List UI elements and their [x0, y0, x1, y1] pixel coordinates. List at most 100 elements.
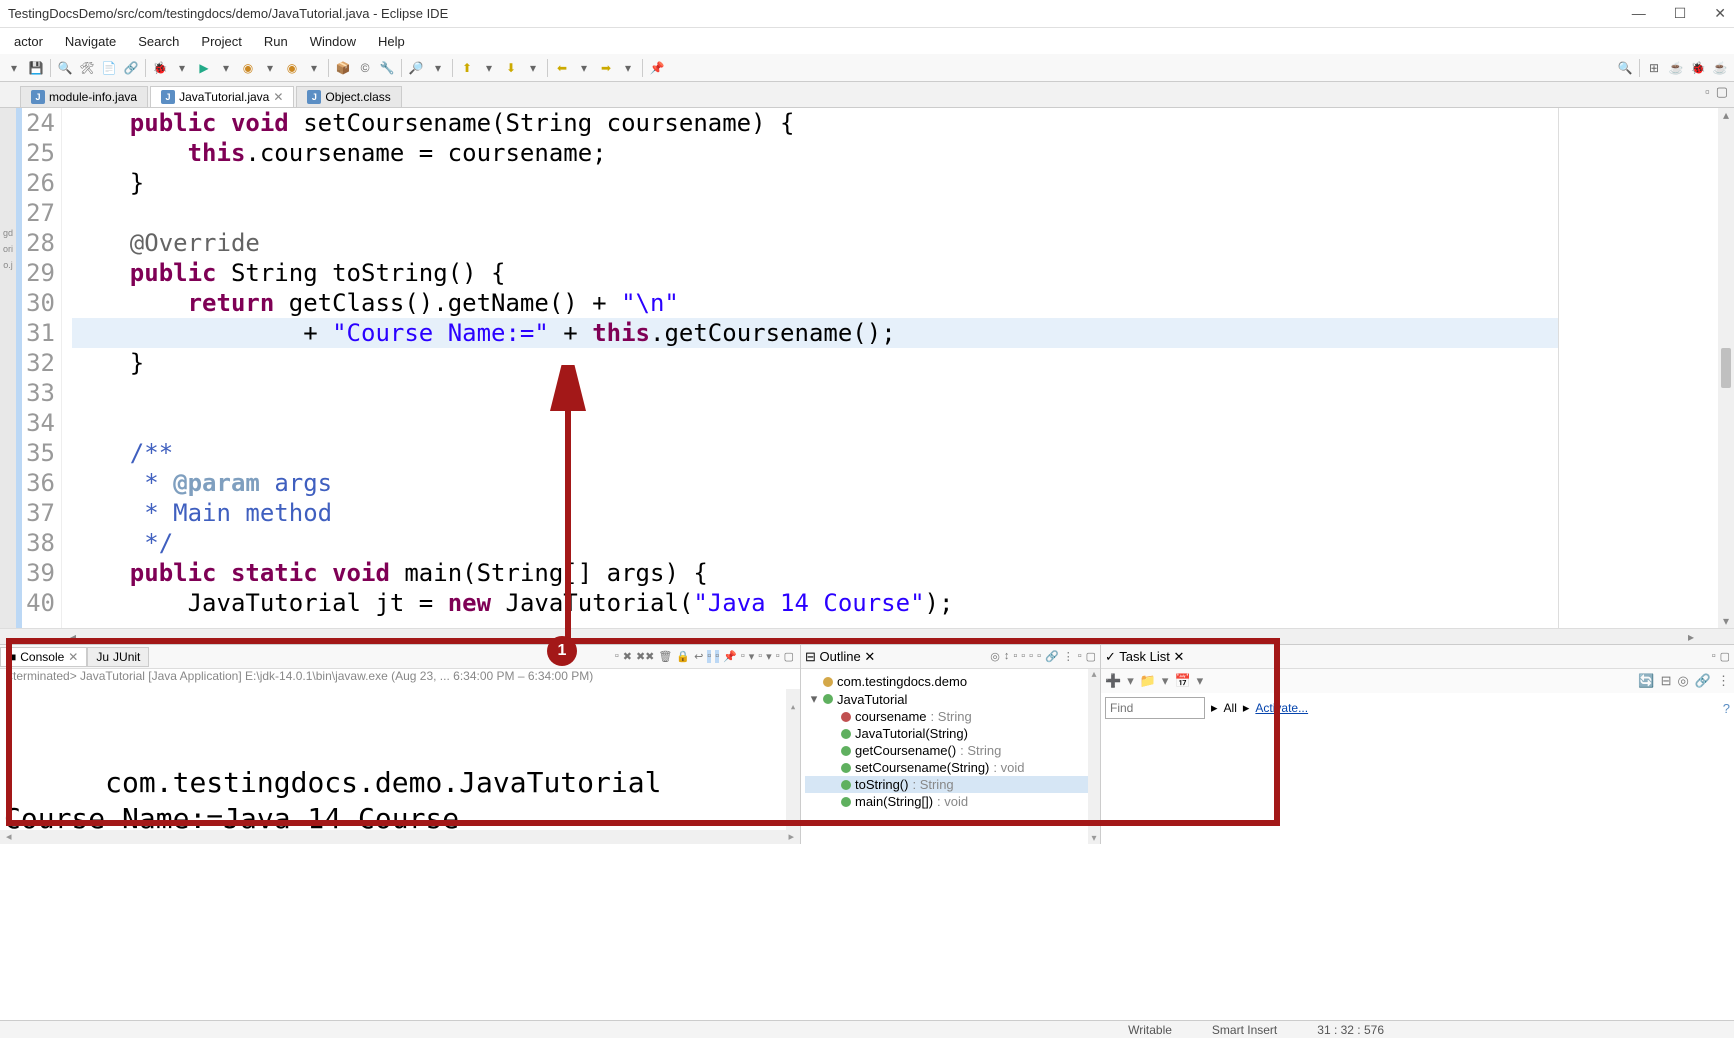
- editor-tab[interactable]: JObject.class: [296, 86, 401, 107]
- editor-tab[interactable]: Jmodule-info.java: [20, 86, 148, 107]
- debug-perspective-icon[interactable]: 🐞: [1690, 60, 1706, 76]
- java-perspective-icon[interactable]: ☕: [1668, 60, 1684, 76]
- minimize-view-icon[interactable]: ▫: [1705, 84, 1710, 100]
- outline-item[interactable]: main(String[]) : void: [805, 793, 1096, 810]
- link-outline-icon[interactable]: 🔗: [1045, 650, 1059, 663]
- outline-vscroll[interactable]: ▴▾: [1088, 669, 1100, 844]
- focus-task-icon[interactable]: ◎: [1677, 673, 1688, 689]
- clear-console-icon[interactable]: 🗑: [658, 650, 672, 663]
- sync-icon[interactable]: 🔄: [1638, 673, 1654, 689]
- new-pkg-icon[interactable]: 📦: [335, 60, 351, 76]
- view-menu-icon[interactable]: ⋮: [1063, 650, 1074, 663]
- menu-run[interactable]: Run: [256, 32, 296, 51]
- menu-window[interactable]: Window: [302, 32, 364, 51]
- link-task-icon[interactable]: 🔗: [1695, 673, 1711, 689]
- menu-actor[interactable]: actor: [6, 32, 51, 51]
- task-filter-all[interactable]: All: [1224, 701, 1237, 715]
- remove-all-icon[interactable]: ✖✖: [636, 650, 654, 663]
- hide-local-icon[interactable]: ▫: [1037, 650, 1041, 663]
- close-tab-icon[interactable]: ✕: [273, 90, 283, 104]
- editor-horizontal-scrollbar[interactable]: ◂▸: [0, 628, 1734, 644]
- task-activate-link[interactable]: Activate...: [1255, 701, 1308, 715]
- maximize-view-icon[interactable]: ▢: [1716, 84, 1728, 100]
- menu-navigate[interactable]: Navigate: [57, 32, 124, 51]
- display-select-icon[interactable]: ▫: [741, 650, 745, 663]
- close-tab-icon[interactable]: ✕: [1174, 649, 1185, 664]
- debug-icon[interactable]: 🐞: [152, 60, 168, 76]
- outline-item[interactable]: ▾ JavaTutorial: [805, 690, 1096, 708]
- dd6[interactable]: ▾: [481, 60, 497, 76]
- min-task-icon[interactable]: ▫: [1712, 650, 1716, 663]
- save-icon[interactable]: 💾: [28, 60, 44, 76]
- dd8[interactable]: ▾: [576, 60, 592, 76]
- perspective-icon[interactable]: ⊞: [1646, 60, 1662, 76]
- hide-fields-icon[interactable]: ▫: [1013, 650, 1017, 663]
- link-icon[interactable]: 🔗: [123, 60, 139, 76]
- console-hscroll[interactable]: ◂▸: [0, 830, 800, 844]
- console-tab[interactable]: ■Console ✕: [0, 647, 87, 667]
- pin-console-icon[interactable]: 📌: [723, 650, 737, 663]
- console-output[interactable]: ▴ com.testingdocs.demo.JavaTutorial Cour…: [0, 689, 800, 830]
- menu-help[interactable]: Help: [370, 32, 413, 51]
- back-icon[interactable]: ⬅: [554, 60, 570, 76]
- outline-item[interactable]: com.testingdocs.demo: [805, 673, 1096, 690]
- max-outline-icon[interactable]: ▢: [1086, 650, 1096, 663]
- remove-launch-icon[interactable]: ✖: [623, 650, 632, 663]
- editor-tab[interactable]: JJavaTutorial.java ✕: [150, 86, 294, 107]
- task-find-input[interactable]: [1105, 697, 1205, 719]
- new-icon[interactable]: ▾: [6, 60, 22, 76]
- maximize-icon[interactable]: ☐: [1674, 5, 1687, 22]
- new-int-icon[interactable]: 🔧: [379, 60, 395, 76]
- dd2[interactable]: ▾: [218, 60, 234, 76]
- close-icon[interactable]: ✕: [1714, 5, 1726, 22]
- min-outline-icon[interactable]: ▫: [1078, 650, 1082, 663]
- hide-nonpublic-icon[interactable]: ▫: [1029, 650, 1033, 663]
- new-task-icon[interactable]: ➕: [1105, 673, 1121, 689]
- java-browsing-icon[interactable]: ☕: [1712, 60, 1728, 76]
- minimize-icon[interactable]: —: [1632, 5, 1646, 22]
- tasklist-tab[interactable]: ✓ Task List ✕: [1105, 649, 1184, 665]
- outline-tree[interactable]: com.testingdocs.demo▾ JavaTutorial cours…: [801, 669, 1100, 844]
- menu-search[interactable]: Search: [130, 32, 187, 51]
- outline-tab[interactable]: ⊟ Outline ✕: [805, 649, 875, 665]
- dd4[interactable]: ▾: [306, 60, 322, 76]
- menu-project[interactable]: Project: [193, 32, 249, 51]
- hide-static-icon[interactable]: ▫: [1021, 650, 1025, 663]
- show-on-out-icon[interactable]: ▫: [707, 650, 711, 663]
- open-console-icon[interactable]: ▫: [758, 650, 762, 663]
- terminate-icon[interactable]: ▫: [615, 650, 619, 663]
- show-on-err-icon[interactable]: ▫: [715, 650, 719, 663]
- left-folded-views[interactable]: gdorio.j: [0, 108, 16, 628]
- build-icon[interactable]: 🛠: [79, 60, 95, 76]
- task-menu-icon[interactable]: ⋮: [1717, 673, 1730, 689]
- min-console-icon[interactable]: ▫: [776, 650, 780, 663]
- search-access-icon[interactable]: 🔍: [1617, 60, 1633, 76]
- max-task-icon[interactable]: ▢: [1720, 650, 1730, 663]
- search2-icon[interactable]: 🔎: [408, 60, 424, 76]
- new-wiz-icon[interactable]: 📄: [101, 60, 117, 76]
- console-tab[interactable]: JuJUnit: [87, 647, 149, 667]
- close-tab-icon[interactable]: ✕: [864, 649, 875, 664]
- dd7[interactable]: ▾: [525, 60, 541, 76]
- ext-icon[interactable]: ◉: [284, 60, 300, 76]
- outline-item[interactable]: getCoursename() : String: [805, 742, 1096, 759]
- new-cls-icon[interactable]: ©: [357, 60, 373, 76]
- close-tab-icon[interactable]: ✕: [68, 650, 78, 664]
- schedule-icon[interactable]: 📅: [1174, 673, 1190, 689]
- max-console-icon[interactable]: ▢: [784, 650, 794, 663]
- console-vscroll[interactable]: ▴: [786, 689, 800, 830]
- outline-item[interactable]: toString() : String: [805, 776, 1096, 793]
- word-wrap-icon[interactable]: ↩: [694, 650, 703, 663]
- dd9[interactable]: ▾: [620, 60, 636, 76]
- pin-icon[interactable]: 📌: [649, 60, 665, 76]
- dd1[interactable]: ▾: [174, 60, 190, 76]
- open-type-icon[interactable]: 🔍: [57, 60, 73, 76]
- prev-annot-icon[interactable]: ⬆: [459, 60, 475, 76]
- collapse-icon[interactable]: ⊟: [1661, 673, 1672, 689]
- scroll-lock-icon[interactable]: 🔒: [676, 650, 690, 663]
- dd3[interactable]: ▾: [262, 60, 278, 76]
- dd5[interactable]: ▾: [430, 60, 446, 76]
- focus-icon[interactable]: ◎: [990, 650, 1000, 663]
- editor-vertical-scrollbar[interactable]: ▴▾: [1718, 108, 1734, 628]
- code-editor[interactable]: public void setCoursename(String coursen…: [62, 108, 1558, 628]
